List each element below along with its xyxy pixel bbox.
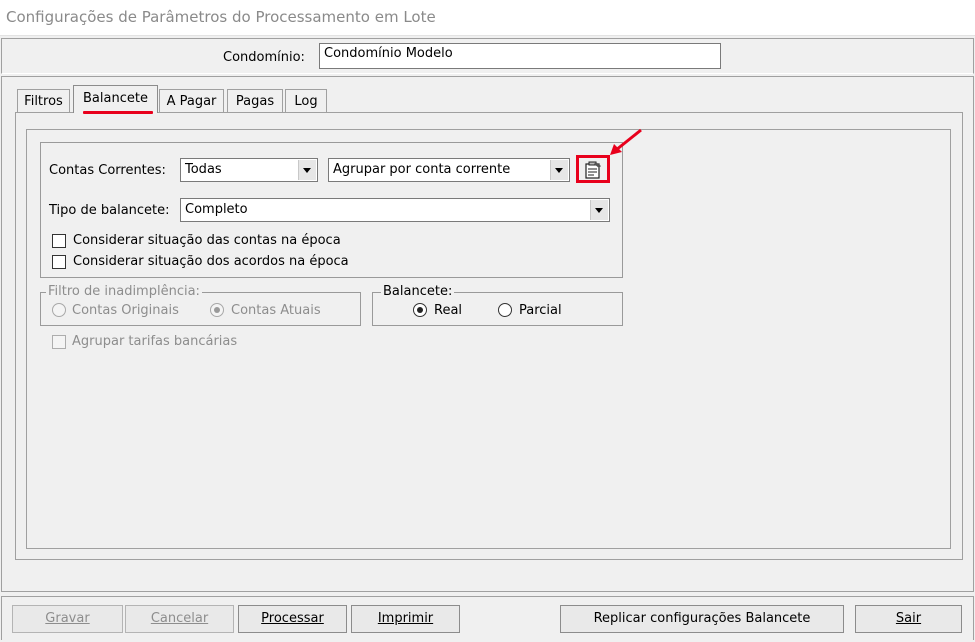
chevron-down-icon[interactable]: [298, 160, 316, 180]
tab-log[interactable]: Log: [285, 89, 327, 113]
chevron-down-icon[interactable]: [550, 160, 568, 180]
tab-a-pagar-label: A Pagar: [166, 94, 217, 109]
balancete-group-title: Balancete:: [381, 284, 455, 299]
config-button[interactable]: [576, 155, 610, 183]
parcial-radio[interactable]: [498, 303, 512, 317]
tab-a-pagar[interactable]: A Pagar: [159, 89, 224, 113]
tab-balancete-label: Balancete: [83, 91, 148, 106]
parcial-label: Parcial: [519, 303, 562, 318]
contas-correntes-value: Todas: [185, 162, 222, 177]
clipboard-settings-icon: [585, 161, 601, 179]
tab-filtros-label: Filtros: [24, 94, 63, 109]
replicar-configuracoes-button[interactable]: Replicar configurações Balancete: [560, 605, 844, 633]
situacao-acordos-checkbox[interactable]: [52, 255, 66, 269]
condominio-label: Condomínio:: [223, 50, 305, 65]
situacao-acordos-label: Considerar situação dos acordos na época: [73, 254, 349, 269]
real-label: Real: [434, 303, 463, 318]
processar-button[interactable]: Processar: [238, 605, 347, 633]
agrupar-select[interactable]: Agrupar por conta corrente: [328, 158, 570, 182]
sair-button[interactable]: Sair: [855, 605, 962, 633]
tab-filtros[interactable]: Filtros: [17, 89, 70, 113]
window-title: Configurações de Parâmetros do Processam…: [6, 8, 436, 26]
tab-balancete[interactable]: Balancete: [73, 85, 158, 113]
situacao-contas-label: Considerar situação das contas na época: [73, 233, 341, 248]
contas-correntes-label: Contas Correntes:: [49, 163, 166, 178]
tab-pagas[interactable]: Pagas: [227, 89, 283, 113]
agrupar-tarifas-label: Agrupar tarifas bancárias: [72, 334, 238, 349]
tipo-balancete-value: Completo: [185, 202, 248, 217]
gravar-button[interactable]: Gravar: [12, 605, 123, 633]
contas-originais-radio[interactable]: [52, 303, 66, 317]
tab-log-label: Log: [294, 94, 318, 109]
tipo-balancete-label: Tipo de balancete:: [49, 203, 170, 218]
contas-originais-label: Contas Originais: [72, 303, 179, 318]
tab-pagas-label: Pagas: [235, 94, 275, 109]
imprimir-button[interactable]: Imprimir: [351, 605, 460, 633]
agrupar-value: Agrupar por conta corrente: [333, 162, 511, 177]
condominio-field[interactable]: Condomínio Modelo: [319, 43, 721, 69]
situacao-contas-checkbox[interactable]: [52, 234, 66, 248]
chevron-down-icon[interactable]: [590, 200, 608, 220]
contas-correntes-select[interactable]: Todas: [180, 158, 318, 182]
contas-atuais-label: Contas Atuais: [231, 303, 321, 318]
real-radio[interactable]: [413, 303, 427, 317]
tipo-balancete-select[interactable]: Completo: [180, 198, 610, 222]
contas-atuais-radio[interactable]: [210, 303, 224, 317]
filtro-inadimplencia-title: Filtro de inadimplência:: [46, 284, 202, 299]
condominio-value: Condomínio Modelo: [324, 46, 453, 61]
title-bar: Configurações de Parâmetros do Processam…: [0, 0, 975, 36]
tab-highlight-underline: [83, 111, 153, 114]
agrupar-tarifas-checkbox[interactable]: [52, 335, 66, 349]
cancelar-button[interactable]: Cancelar: [125, 605, 234, 633]
annotation-arrow-icon: [610, 128, 642, 155]
